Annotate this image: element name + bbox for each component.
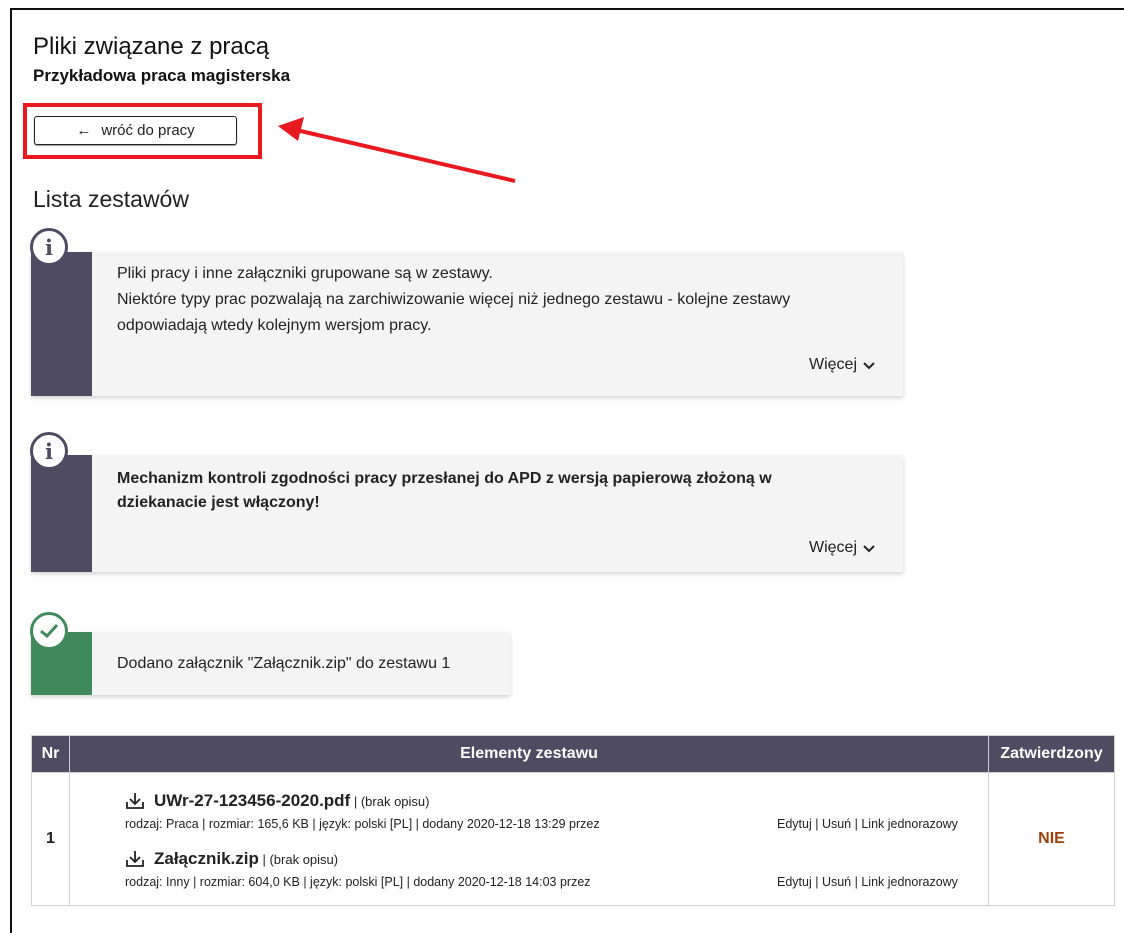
column-header-nr: Nr xyxy=(31,735,70,773)
sets-table: Nr Elementy zestawu Zatwierdzony 1 UWr-2… xyxy=(31,735,1115,906)
check-icon xyxy=(30,612,68,650)
info-note-control: Mechanizm kontroli zgodności pracy przes… xyxy=(31,455,903,572)
arrow-left-icon: ← xyxy=(76,122,92,139)
note-text: Dodano załącznik "Załącznik.zip" do zest… xyxy=(117,655,451,672)
chevron-down-icon xyxy=(863,361,875,369)
annotation-arrow xyxy=(278,117,516,183)
success-note: Dodano załącznik "Załącznik.zip" do zest… xyxy=(31,632,510,695)
file-meta: rodzaj: Inny | rozmiar: 604,0 KB | język… xyxy=(125,875,958,889)
back-button-label: wróć do pracy xyxy=(101,122,195,139)
set-number: 1 xyxy=(31,772,70,906)
section-title: Lista zestawów xyxy=(33,186,189,212)
table-row: 1 UWr-27-123456-2020.pdf | (brak opisu) … xyxy=(31,772,1115,906)
approval-status: NIE xyxy=(988,772,1115,906)
column-header-approved: Zatwierdzony xyxy=(988,735,1115,773)
page-subtitle: Przykładowa praca magisterska xyxy=(33,66,291,85)
edit-link[interactable]: Edytuj xyxy=(777,875,812,889)
more-link[interactable]: Więcej xyxy=(809,539,875,557)
one-time-link[interactable]: Link jednorazowy xyxy=(861,875,958,889)
column-header-items: Elementy zestawu xyxy=(69,735,989,773)
chevron-down-icon xyxy=(863,544,875,552)
note-text: Pliki pracy i inne załączniki grupowane … xyxy=(117,265,791,334)
download-icon[interactable] xyxy=(125,850,145,868)
edit-link[interactable]: Edytuj xyxy=(777,817,812,831)
info-icon: i xyxy=(30,228,68,266)
table-header-row: Nr Elementy zestawu Zatwierdzony xyxy=(31,735,1115,773)
note-side-bar xyxy=(31,252,92,396)
one-time-link[interactable]: Link jednorazowy xyxy=(861,817,958,831)
file-name-link[interactable]: Załącznik.zip xyxy=(154,849,259,868)
note-text: Mechanizm kontroli zgodności pracy przes… xyxy=(117,470,772,511)
delete-link[interactable]: Usuń xyxy=(822,817,851,831)
file-description: | (brak opisu) xyxy=(350,794,430,809)
page-title: Pliki związane z pracą xyxy=(33,33,270,60)
file-name-link[interactable]: UWr-27-123456-2020.pdf xyxy=(154,791,350,810)
file-description: | (brak opisu) xyxy=(258,852,339,867)
info-note-sets: Pliki pracy i inne załączniki grupowane … xyxy=(31,252,903,396)
file-entry: UWr-27-123456-2020.pdf | (brak opisu) ro… xyxy=(125,791,988,835)
info-icon: i xyxy=(30,432,68,470)
delete-link[interactable]: Usuń xyxy=(822,875,851,889)
file-entry: Załącznik.zip | (brak opisu) rodzaj: Inn… xyxy=(125,849,988,893)
note-side-bar xyxy=(31,455,92,572)
download-icon[interactable] xyxy=(125,792,145,810)
file-actions: Edytuj | Usuń | Link jednorazowy xyxy=(777,817,958,831)
set-items: UWr-27-123456-2020.pdf | (brak opisu) ro… xyxy=(69,772,989,906)
file-actions: Edytuj | Usuń | Link jednorazowy xyxy=(777,875,958,889)
back-to-thesis-button[interactable]: ← wróć do pracy xyxy=(34,116,237,145)
more-link[interactable]: Więcej xyxy=(809,356,875,374)
file-meta: rodzaj: Praca | rozmiar: 165,6 KB | języ… xyxy=(125,817,958,831)
